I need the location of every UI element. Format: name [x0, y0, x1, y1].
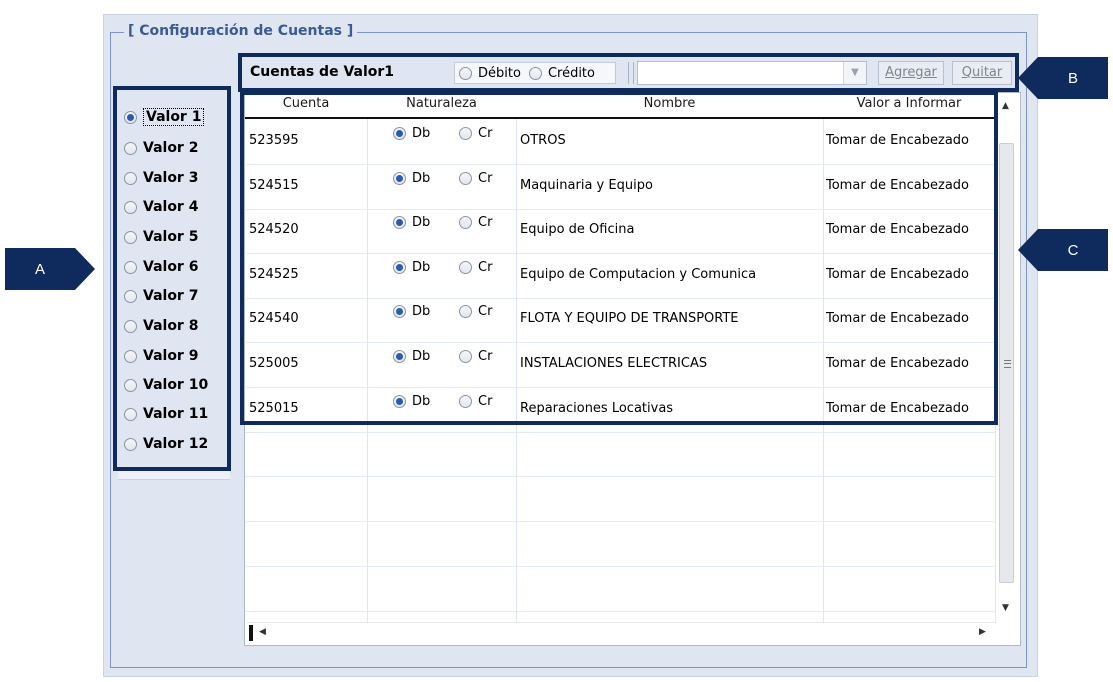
highlight-box-a [113, 86, 231, 471]
callout-a-arrow-icon [75, 248, 95, 290]
scroll-left-icon[interactable]: ◀ [259, 627, 266, 637]
callout-a-label: A [34, 260, 45, 278]
highlight-box-b [238, 53, 1019, 92]
empty-table-row [245, 476, 997, 522]
empty-table-row [245, 431, 997, 477]
grip-icon [1004, 360, 1011, 368]
callout-c-arrow-icon [1018, 229, 1038, 271]
valor-list-footer [118, 471, 230, 480]
callout-b: B [1038, 57, 1108, 99]
callout-a: A [5, 248, 75, 290]
callout-b-arrow-icon [1018, 57, 1038, 99]
highlight-box-c [240, 91, 998, 425]
vertical-scroll-thumb[interactable] [999, 143, 1014, 583]
empty-table-row [245, 521, 997, 567]
group-title: [ Configuración de Cuentas ] [124, 23, 358, 39]
scroll-up-icon[interactable]: ▲ [1002, 101, 1009, 111]
empty-table-row [245, 566, 997, 612]
callout-c-label: C [1067, 241, 1079, 259]
horizontal-scrollbar[interactable]: ◀ ▶ [247, 622, 995, 643]
vertical-scrollbar[interactable]: ▲ ▼ [995, 95, 1018, 623]
horizontal-scroll-marker [249, 625, 253, 641]
callout-b-label: B [1067, 69, 1078, 87]
scroll-right-icon[interactable]: ▶ [979, 627, 986, 637]
callout-c: C [1038, 229, 1108, 271]
scroll-down-icon[interactable]: ▼ [1002, 603, 1009, 613]
